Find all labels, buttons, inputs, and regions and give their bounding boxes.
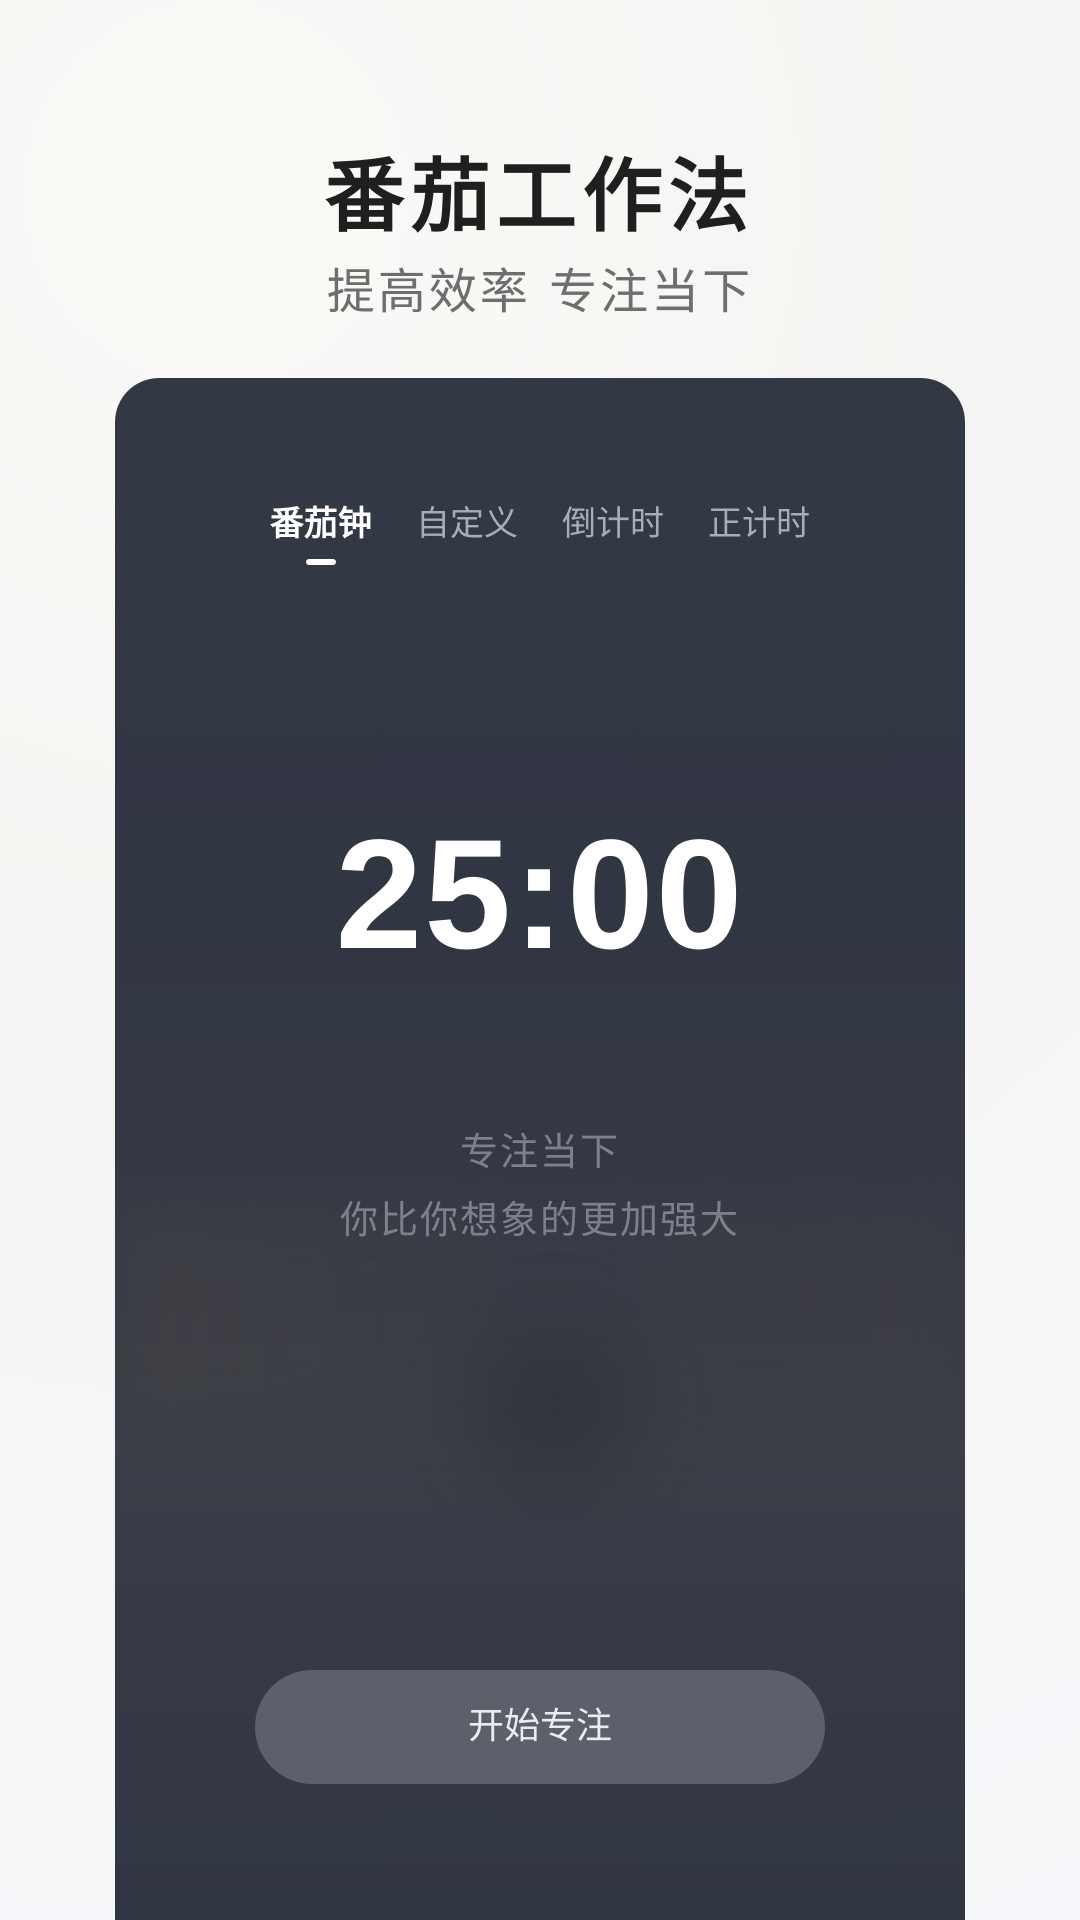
motivation-quote: 专注当下 你比你想象的更加强大 (115, 1118, 965, 1254)
tab-stopwatch-label: 正计时 (708, 504, 810, 544)
quote-line-1: 专注当下 (459, 1130, 620, 1174)
tab-countdown[interactable]: 倒计时 (562, 496, 664, 559)
tab-pomodoro-label: 番茄钟 (270, 504, 372, 544)
tab-custom-label: 自定义 (416, 504, 518, 544)
tab-active-indicator (306, 559, 336, 565)
page-title: 番茄工作法 (325, 150, 755, 243)
promo-header: 番茄工作法 提高效率 专注当下 (0, 0, 1080, 360)
page-subtitle: 提高效率 专注当下 (326, 264, 754, 320)
timer-display: 25:00 (335, 808, 745, 982)
mode-tabs: 番茄钟 自定义 倒计时 正计时 (115, 496, 965, 565)
app-screen: 番茄钟 自定义 倒计时 正计时 25:00 专注当下 你比你想象的更加强大 开始… (115, 378, 965, 1920)
tab-countdown-label: 倒计时 (562, 504, 664, 544)
start-focus-button[interactable]: 开始专注 (255, 1670, 825, 1784)
tab-stopwatch[interactable]: 正计时 (708, 496, 810, 559)
tab-custom[interactable]: 自定义 (416, 496, 518, 559)
quote-line-2: 你比你想象的更加强大 (339, 1198, 740, 1242)
tab-pomodoro[interactable]: 番茄钟 (270, 496, 372, 565)
